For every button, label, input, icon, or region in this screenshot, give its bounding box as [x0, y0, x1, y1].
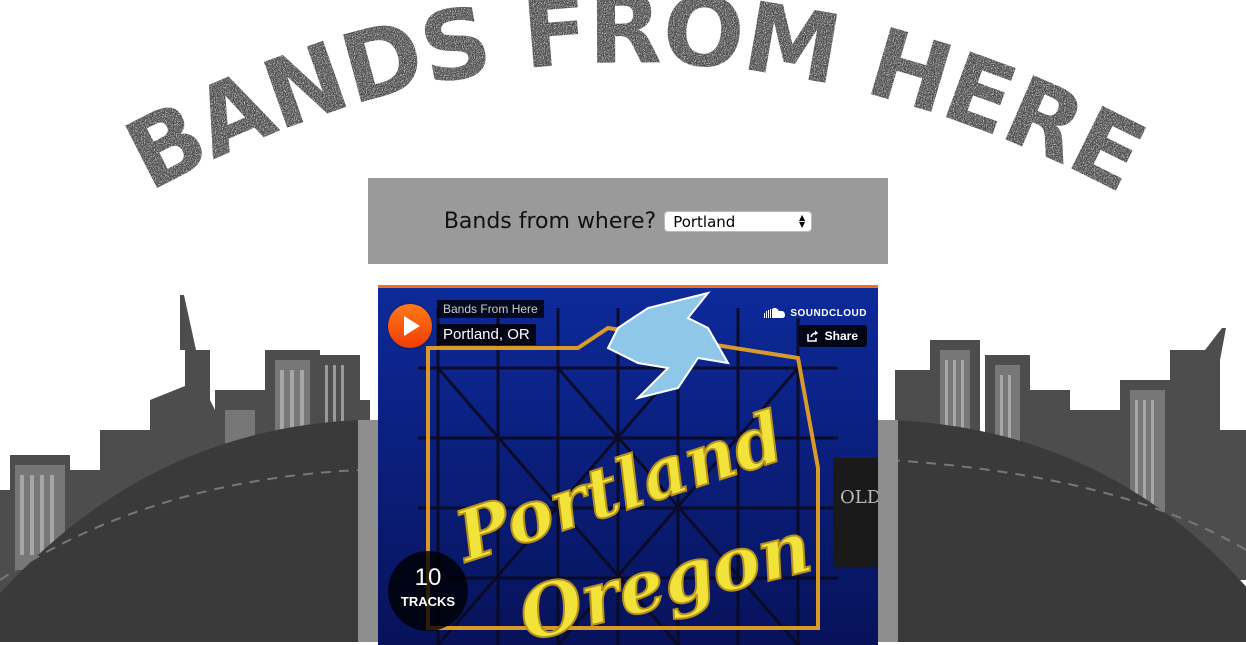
play-icon	[404, 316, 420, 336]
playlist-title[interactable]: Portland, OR	[437, 324, 536, 345]
uploader-name[interactable]: Bands From Here	[437, 300, 544, 318]
select-arrows-icon: ▲ ▼	[799, 212, 806, 229]
city-select-value: Portland	[673, 212, 736, 231]
selector-label: Bands from where?	[443, 208, 657, 234]
share-icon	[806, 330, 818, 342]
tracks-label: TRACKS	[400, 594, 456, 609]
soundcloud-player: OLD TOWN Portland Oregon Bands From Here…	[378, 285, 878, 645]
soundcloud-brand[interactable]: SOUNDCLOUD	[764, 307, 867, 319]
city-selector-bar: Bands from where? Portland ▲ ▼	[368, 178, 888, 264]
old-town-sign: OLD TOWN	[840, 487, 878, 508]
soundcloud-brand-label: SOUNDCLOUD	[790, 307, 867, 319]
play-button[interactable]	[388, 304, 432, 348]
share-label: Share	[824, 329, 858, 343]
track-count: 10	[414, 564, 442, 591]
soundcloud-cloud-icon	[764, 307, 786, 318]
city-select[interactable]: Portland ▲ ▼	[664, 210, 813, 232]
share-button[interactable]: Share	[798, 325, 867, 347]
tracks-badge[interactable]: 10 TRACKS	[388, 551, 468, 631]
